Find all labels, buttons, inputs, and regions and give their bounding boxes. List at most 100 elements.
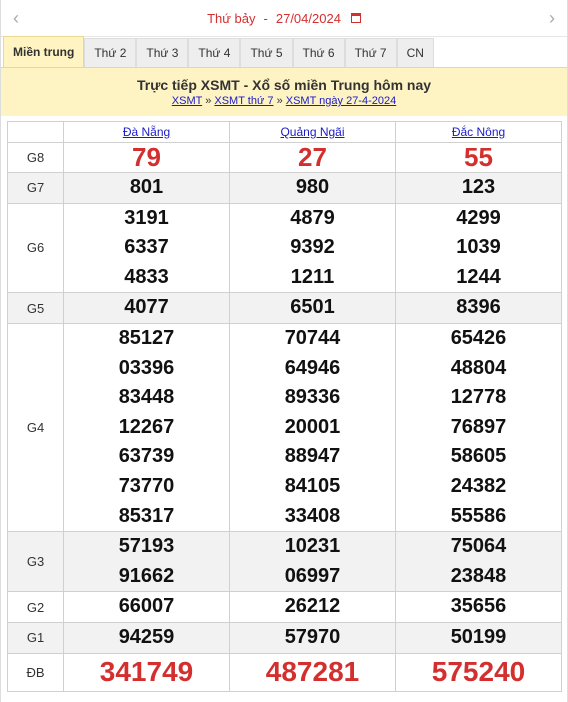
tab-thu-6[interactable]: Thứ 6 [292,38,345,67]
prize-number: 85317 [118,504,175,527]
prize-number: 58605 [450,445,507,468]
prize-cell: 27 [229,142,396,173]
prize-label: G1 [7,621,64,654]
tab-thu-2[interactable]: Thứ 2 [84,38,137,67]
prize-cell: 6501 [229,292,396,324]
prize-number: 65426 [450,326,507,349]
prize-number: 3191 [124,206,169,229]
prize-number: 64946 [284,356,341,379]
prize-label: G6 [7,202,64,294]
prize-cell: 50199 [395,621,562,654]
prize-number: 83448 [118,386,175,409]
calendar-icon[interactable] [350,13,361,23]
prize-label: G8 [7,142,64,173]
prize-number: 4299 [456,206,501,229]
prize-cell: 55 [395,142,562,173]
prize-number: 27 [298,142,327,172]
prize-number: 57193 [118,535,175,558]
prize-number: 24382 [450,474,507,497]
page-title: Trực tiếp XSMT - Xổ số miền Trung hôm na… [136,77,432,93]
date-selector[interactable]: Thứ bảy - 27/04/2024 [207,11,361,26]
table-row: G1 94259 57970 50199 [7,621,562,654]
header-empty [7,121,64,143]
date-bar: ‹ Thứ bảy - 27/04/2024 › [1,0,567,37]
prize-number: 55 [464,142,493,172]
prize-number: 70744 [284,326,341,349]
table-row: G5 4077 6501 8396 [7,292,562,324]
prize-number: 55586 [450,504,507,527]
prize-number: 26212 [284,595,341,618]
prize-number: 4879 [290,206,335,229]
prize-number: 88947 [284,445,341,468]
table-row: G6 3191 6337 4833 4879 9392 1211 4299 1039 1244 [7,202,562,294]
prize-cell: 575240 [395,652,562,692]
prize-cell: 801 [63,172,230,204]
tab-mien-trung[interactable]: Miền trung [3,36,85,67]
prize-number: 6501 [290,296,335,319]
date-separator: - [263,10,268,26]
region-tabs: Miền trung Thứ 2 Thứ 3 Thứ 4 Thứ 5 Thứ 6… [1,36,567,68]
table-row: G7 801 980 123 [7,172,562,204]
tab-thu-7[interactable]: Thứ 7 [344,38,397,67]
prize-cell: 79 [63,142,230,173]
prize-number: 57970 [284,625,341,648]
breadcrumb-xsmt-date[interactable]: XSMT ngày 27-4-2024 [286,95,396,107]
prize-number: 03396 [118,356,175,379]
prize-number: 66007 [118,595,175,618]
prize-label: G2 [7,591,64,623]
prize-number: 76897 [450,415,507,438]
table-row: ĐB 341749 487281 575240 [7,652,562,692]
prize-label: G5 [7,292,64,324]
tab-thu-3[interactable]: Thứ 3 [136,38,189,67]
prize-cell: 4077 [63,292,230,324]
prize-number: 35656 [450,595,507,618]
prize-cell: 10231 06997 [229,531,396,593]
prize-cell: 85127 03396 83448 12267 63739 73770 85317 [63,322,230,533]
breadcrumb-xsmt[interactable]: XSMT [172,95,202,107]
tab-thu-4[interactable]: Thứ 4 [188,38,241,67]
prize-cell: 94259 [63,621,230,654]
prize-number: 84105 [284,474,341,497]
prize-number: 9392 [290,236,335,259]
prize-cell: 123 [395,172,562,204]
breadcrumb-xsmt-thu-7[interactable]: XSMT thứ 7 [214,95,273,107]
prize-number: 1211 [290,265,335,288]
prize-cell: 3191 6337 4833 [63,202,230,294]
prize-number: 94259 [118,625,175,648]
day-label: Thứ bảy [207,10,256,26]
prize-number: 1039 [456,236,501,259]
results-table: Đà Nẵng Quảng Ngãi Đắc Nông G8 79 27 55 G7 80… [7,121,562,692]
title-banner: Trực tiếp XSMT - Xổ số miền Trung hôm na… [1,68,567,116]
prize-number: 4077 [124,296,169,319]
tab-chu-nhat[interactable]: CN [396,38,434,67]
prize-number: 341749 [99,656,194,687]
header-province: Đắc Nông [395,121,562,143]
province-link-da-nang[interactable]: Đà Nẵng [123,125,170,139]
page: ‹ Thứ bảy - 27/04/2024 › Miền trung Thứ … [0,0,568,702]
prize-number: 89336 [284,386,341,409]
prize-cell: 75064 23848 [395,531,562,593]
prize-number: 50199 [450,625,507,648]
prize-cell: 26212 [229,591,396,623]
prize-cell: 8396 [395,292,562,324]
chevron-right-icon[interactable]: › [537,8,567,29]
chevron-left-icon[interactable]: ‹ [1,8,31,29]
header-province: Đà Nẵng [63,121,230,143]
table-row: G2 66007 26212 35656 [7,591,562,623]
province-link-quang-ngai[interactable]: Quảng Ngãi [280,125,344,139]
tab-thu-5[interactable]: Thứ 5 [240,38,293,67]
prize-number: 12778 [450,386,507,409]
prize-label: G4 [7,322,64,533]
prize-cell: 487281 [229,652,396,692]
breadcrumb-separator: » [205,95,212,107]
prize-number: 10231 [284,535,341,558]
province-link-dac-nong[interactable]: Đắc Nông [452,125,505,139]
prize-number: 6337 [124,236,169,259]
prize-cell: 4879 9392 1211 [229,202,396,294]
prize-cell: 341749 [63,652,230,692]
table-row: G4 85127 03396 83448 12267 63739 73770 85317 707… [7,322,562,533]
prize-cell: 65426 48804 12778 76897 58605 24382 55586 [395,322,562,533]
prize-number: 91662 [118,564,175,587]
prize-number: 73770 [118,474,175,497]
prize-number: 12267 [118,415,175,438]
